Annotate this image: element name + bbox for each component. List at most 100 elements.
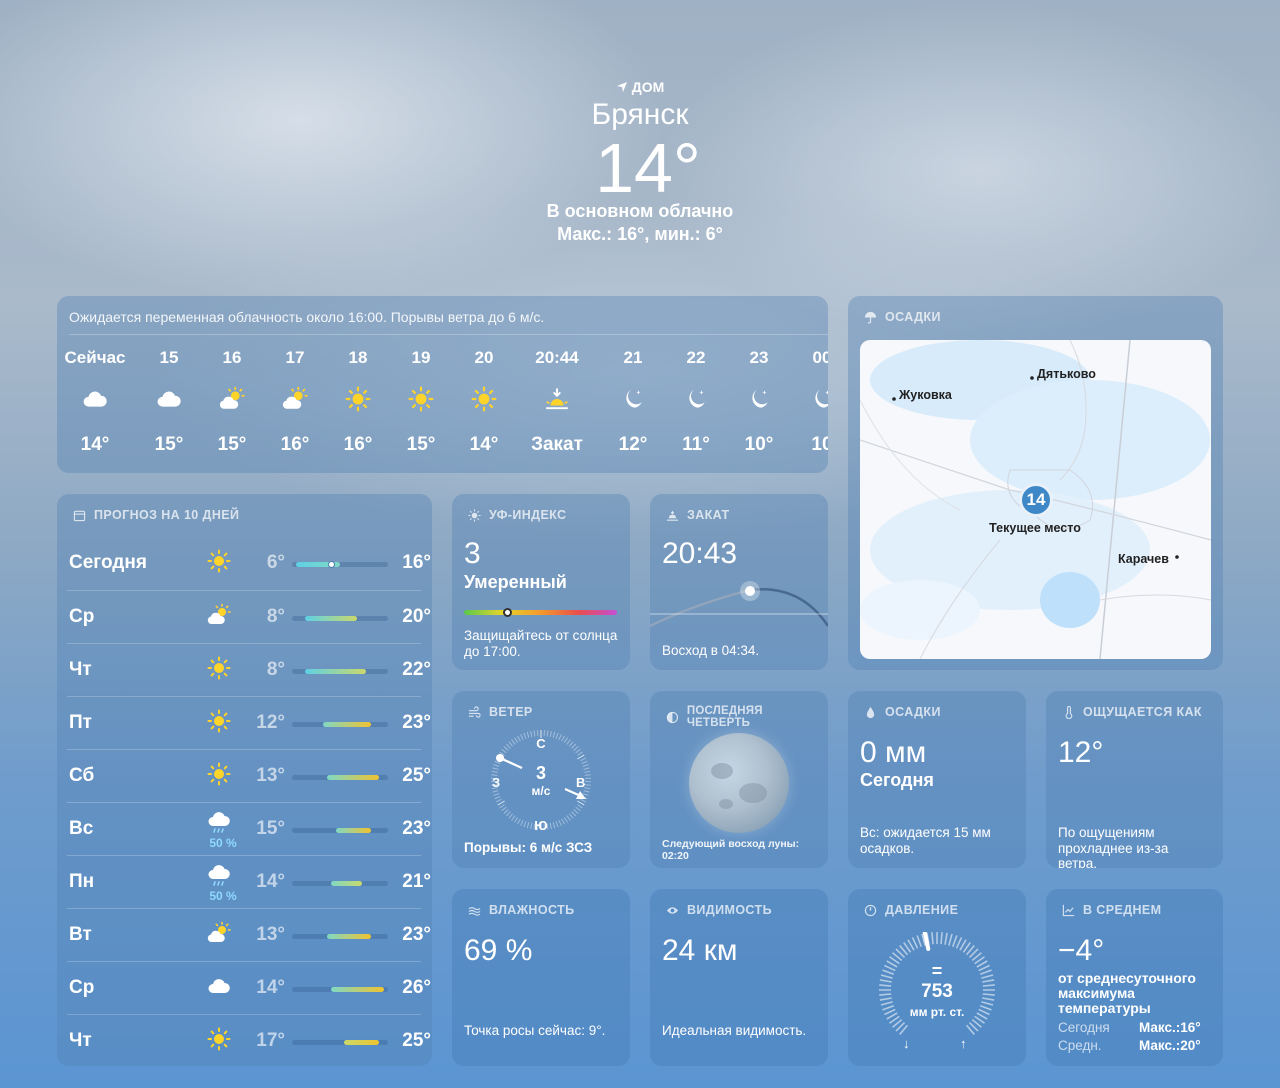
card-title: ОЩУЩАЕТСЯ КАК — [1062, 705, 1202, 719]
day-name: Сегодня — [69, 552, 147, 573]
hourly-forecast-card[interactable]: Ожидается переменная облачность около 16… — [57, 296, 828, 473]
hour-time: 20:44 — [535, 348, 579, 367]
sunset-time: 20:43 — [662, 537, 738, 570]
precipitation-map[interactable]: Дятьково Жуковка Текущее место Карачев 1… — [860, 340, 1211, 659]
hour-time: 18 — [348, 348, 368, 367]
day-row[interactable]: Пт 12° 23° — [67, 696, 431, 749]
sun-path-graphic — [650, 581, 828, 628]
temp-range-fill — [305, 669, 367, 674]
average-card[interactable]: В СРЕДНЕМ −4° от среднесуточного максиму… — [1046, 889, 1223, 1066]
cloud-icon — [60, 386, 130, 412]
day-high: 23° — [402, 712, 431, 733]
day-name: Сб — [69, 765, 95, 786]
day-row[interactable]: Вс 50 % 15° 23° — [67, 802, 431, 855]
uv-scale — [464, 610, 617, 615]
moon-stars-icon — [598, 386, 668, 412]
feels-like-card[interactable]: ОЩУЩАЕТСЯ КАК 12° По ощущениям прохладне… — [1046, 691, 1223, 868]
temp-range-fill — [326, 934, 371, 939]
card-title: ОСАДКИ — [864, 310, 941, 324]
temp-range-fill — [344, 1040, 380, 1045]
sunrise-note: Восход в 04:34. — [662, 643, 760, 658]
uv-indicator — [503, 608, 512, 617]
compass-n: С — [536, 736, 546, 751]
pressure-high-icon: ↑ — [960, 1036, 967, 1051]
hour-temp: 16° — [280, 434, 310, 455]
card-title: ПОСЛЕДНЯЯ ЧЕТВЕРТЬ — [666, 705, 828, 729]
day-row[interactable]: Пн 50 % 14° 21° — [67, 855, 431, 908]
wind-card[interactable]: ВЕТЕР С В Ю З 3 м/с Порывы: 6 м/с ЗСЗ — [452, 691, 630, 868]
hourly-item: 22 11° — [661, 348, 731, 456]
moon-phase-card[interactable]: ПОСЛЕДНЯЯ ЧЕТВЕРТЬ Следующий восход луны… — [650, 691, 828, 868]
temp-range-bar — [292, 828, 388, 833]
sun-icon — [386, 386, 456, 412]
ten-day-forecast-card[interactable]: ПРОГНОЗ НА 10 ДНЕЙ Сегодня 6° 16° Ср 8° 2… — [57, 494, 432, 1066]
sun-icon — [468, 508, 481, 522]
hourly-summary: Ожидается переменная облачность около 16… — [69, 309, 545, 325]
location-label: ДОМ — [0, 79, 1280, 95]
compass-w: З — [492, 775, 501, 790]
precip-amount: 0 мм — [860, 736, 927, 769]
temp-range-fill — [305, 616, 358, 621]
hour-time: 16 — [222, 348, 242, 367]
hour-temp: 11° — [682, 434, 710, 455]
average-note: от среднесуточного максимума температуры — [1058, 970, 1196, 1016]
card-title: ОСАДКИ — [864, 705, 941, 719]
day-row[interactable]: Вт 13° 23° — [67, 908, 431, 961]
hourly-item: 18 16° — [323, 348, 393, 456]
hourly-item: 20:44 Закат — [522, 348, 592, 456]
moon-phase-icon — [666, 711, 679, 723]
card-title: ВЕТЕР — [468, 705, 533, 719]
precipitation-card[interactable]: ОСАДКИ 0 мм Сегодня Вс: ожидается 15 мм … — [848, 691, 1026, 868]
day-low: 8° — [266, 606, 285, 627]
pressure-card[interactable]: ДАВЛЕНИЕ = 753 мм рт. ст. ↓ ↑ — [848, 889, 1026, 1066]
sunset-card[interactable]: ЗАКАТ 20:43 Восход в 04:34. — [650, 494, 828, 670]
day-row[interactable]: Сегодня 6° 16° — [67, 537, 431, 590]
precip-period: Сегодня — [860, 770, 934, 790]
wind-unit: м/с — [531, 784, 551, 798]
card-title-text: ВЕТЕР — [489, 705, 533, 719]
average-value: −4° — [1058, 934, 1105, 967]
hourly-item: 23 10° — [724, 348, 794, 456]
current-location-marker[interactable]: 14 — [1019, 483, 1053, 517]
moon-image — [689, 733, 789, 833]
day-low: 13° — [256, 765, 285, 786]
precipitation-map-card[interactable]: ОСАДКИ Дятьково Жуковка Текущее место Ка… — [848, 296, 1223, 670]
pressure-symbol: = — [931, 961, 943, 981]
precip-note: Вс: ожидается 15 мм осадков. — [860, 825, 991, 856]
partly-sunny-icon — [205, 921, 233, 950]
hour-time: Сейчас — [64, 348, 126, 367]
day-row[interactable]: Чт 17° 25° — [67, 1014, 431, 1066]
day-low: 15° — [256, 818, 285, 839]
day-row[interactable]: Ср 8° 20° — [67, 590, 431, 643]
temp-range-bar — [292, 934, 388, 939]
card-title: ДАВЛЕНИЕ — [864, 903, 958, 917]
visibility-card[interactable]: ВИДИМОСТЬ 24 км Идеальная видимость. — [650, 889, 828, 1066]
wind-speed: 3 — [535, 763, 546, 783]
uv-level: Умеренный — [464, 572, 567, 592]
card-title-text: ВИДИМОСТЬ — [687, 903, 772, 917]
temp-range-fill — [322, 722, 371, 727]
temp-range-bar — [292, 881, 388, 886]
next-moonrise: Следующий восход луны: 02:20 — [662, 838, 800, 862]
card-title-text: ОСАДКИ — [885, 310, 941, 324]
card-title: ПРОГНОЗ НА 10 ДНЕЙ — [73, 508, 239, 522]
drop-icon — [866, 706, 875, 718]
divider — [69, 334, 828, 335]
hourly-item: 16 15° — [197, 348, 267, 456]
wind-icon — [468, 705, 481, 718]
day-high: 16° — [402, 552, 431, 573]
thermometer-icon — [1065, 705, 1073, 719]
card-title-text: ОСАДКИ — [885, 705, 941, 719]
map-label-dyatkovo: Дятьково — [1037, 367, 1096, 381]
uv-index-card[interactable]: УФ-ИНДЕКС 3 Умеренный Защищайтесь от сол… — [452, 494, 630, 670]
precip-chance: 50 % — [209, 836, 237, 850]
day-row[interactable]: Сб 13° 25° — [67, 749, 431, 802]
temp-range-fill — [326, 775, 380, 780]
humidity-card[interactable]: ВЛАЖНОСТЬ 69 % Точка росы сейчас: 9°. — [452, 889, 630, 1066]
day-row[interactable]: Ср 14° 26° — [67, 961, 431, 1014]
sunset-icon — [666, 510, 679, 521]
day-high: 21° — [402, 871, 431, 892]
cloud-icon — [205, 974, 233, 1003]
hour-temp: 15° — [406, 434, 436, 455]
day-row[interactable]: Чт 8° 22° — [67, 643, 431, 696]
